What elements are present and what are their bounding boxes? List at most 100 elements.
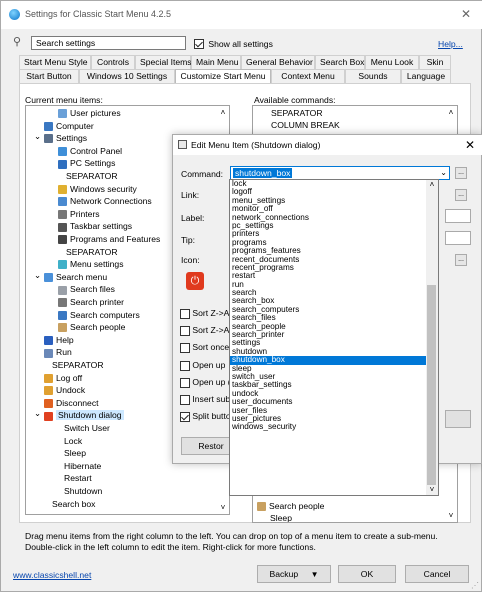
- dropdown-option[interactable]: shutdown_box: [230, 355, 428, 365]
- show-all-settings-checkbox[interactable]: Show all settings: [194, 38, 273, 49]
- command-combobox[interactable]: shutdown_box ⌄: [230, 166, 450, 180]
- tree-item[interactable]: Disconnect: [44, 398, 99, 409]
- available-item-label: Search people: [269, 501, 325, 511]
- scroll-up-icon[interactable]: ˄: [217, 108, 229, 117]
- tree-item[interactable]: SEPARATOR: [66, 171, 118, 182]
- tree-item[interactable]: User pictures: [58, 108, 121, 119]
- tree-item[interactable]: SEPARATOR: [52, 360, 104, 371]
- tree-item[interactable]: PC Settings: [58, 158, 115, 169]
- tree-item[interactable]: Log off: [44, 373, 82, 384]
- insert-sub-checkbox[interactable]: Insert sub: [180, 394, 230, 405]
- label-field[interactable]: [445, 209, 471, 223]
- search-input[interactable]: Search settings: [31, 36, 186, 50]
- dropdown-option[interactable]: pc_settings: [230, 221, 428, 230]
- backup-button[interactable]: Backup ▼: [257, 565, 331, 583]
- tab-menu-look[interactable]: Menu Look: [365, 55, 419, 69]
- tree-item-label: Hibernate: [64, 460, 102, 471]
- website-link[interactable]: www.classicshell.net: [13, 570, 91, 580]
- tree-item[interactable]: Search box: [52, 499, 95, 510]
- tree-item[interactable]: Search computers: [58, 310, 140, 321]
- tree-item[interactable]: Sleep: [64, 448, 86, 459]
- command-dropdown-list[interactable]: lock logoff menu_settings monitor_off networ…: [229, 179, 439, 496]
- expand-chevron-icon[interactable]: ⌄: [34, 408, 41, 419]
- tab-language[interactable]: Language: [401, 69, 451, 83]
- close-icon[interactable]: ✕: [461, 7, 471, 21]
- tab-skin[interactable]: Skin: [419, 55, 451, 69]
- scroll-up-icon[interactable]: ˄: [445, 108, 457, 117]
- scroll-down-icon[interactable]: ˅: [426, 485, 438, 494]
- dropdown-scrollbar[interactable]: ˄ ˅: [426, 180, 438, 495]
- expand-chevron-icon[interactable]: ⌄: [34, 270, 41, 281]
- help-link[interactable]: Help...: [438, 39, 463, 49]
- ok-button[interactable]: OK: [338, 565, 396, 583]
- tree-item[interactable]: ⌄ Settings: [34, 131, 87, 144]
- available-item[interactable]: SEPARATOR: [271, 108, 323, 118]
- tree-item[interactable]: Lock: [64, 436, 82, 447]
- available-item[interactable]: Search people: [257, 501, 325, 512]
- tab-start-menu-style[interactable]: Start Menu Style: [19, 55, 91, 69]
- tab-controls[interactable]: Controls: [91, 55, 135, 69]
- tab-search-box[interactable]: Search Box: [315, 55, 365, 69]
- tree-item[interactable]: ⌄ Shutdown dialog: [34, 408, 124, 421]
- sort-za-checkbox[interactable]: Sort Z->A: [180, 308, 229, 319]
- open-up2-checkbox[interactable]: Open up (: [180, 377, 231, 388]
- dropdown-option[interactable]: restart: [230, 271, 428, 280]
- available-item[interactable]: Sleep: [270, 513, 292, 522]
- tree-item[interactable]: Run: [44, 347, 72, 358]
- icon-browse-button[interactable]: ...: [455, 254, 467, 266]
- tree-item[interactable]: Computer: [44, 121, 94, 132]
- chevron-down-icon[interactable]: ⌄: [440, 168, 447, 177]
- split-button-checkbox[interactable]: Split butto: [180, 411, 231, 422]
- dialog-side-button[interactable]: [445, 410, 471, 428]
- scroll-up-icon[interactable]: ˄: [426, 180, 438, 189]
- tab-context-menu[interactable]: Context Menu: [271, 69, 345, 83]
- tree-item[interactable]: Taskbar settings: [58, 221, 132, 232]
- tree-item[interactable]: Search files: [58, 284, 115, 295]
- dropdown-option[interactable]: windows_security: [230, 422, 428, 431]
- tree-item[interactable]: Control Panel: [58, 146, 122, 157]
- tab-main-menu[interactable]: Main Menu: [191, 55, 241, 69]
- tree-item[interactable]: ⌄ Search menu: [34, 270, 107, 283]
- tree-item[interactable]: Menu settings: [58, 259, 124, 270]
- dropdown-option[interactable]: taskbar_settings: [230, 380, 428, 389]
- tab-customize-start-menu[interactable]: Customize Start Menu: [175, 69, 271, 83]
- link-browse-button[interactable]: ...: [455, 189, 467, 201]
- tree-item[interactable]: Undock: [44, 385, 85, 396]
- available-item[interactable]: COLUMN BREAK: [271, 120, 340, 130]
- tree-item[interactable]: Search printer: [58, 297, 124, 308]
- tab-special-items[interactable]: Special Items: [135, 55, 192, 69]
- tree-item[interactable]: Programs and Features: [58, 234, 160, 245]
- open-up-checkbox[interactable]: Open up: [180, 360, 225, 371]
- dropdown-scroll-thumb[interactable]: [427, 285, 436, 485]
- tree-item[interactable]: Restart: [64, 473, 92, 484]
- sort-once-checkbox[interactable]: Sort once: [180, 342, 229, 353]
- tree-item-label: Network Connections: [70, 196, 152, 207]
- dialog-close-icon[interactable]: ✕: [465, 138, 475, 152]
- tab-sounds[interactable]: Sounds: [345, 69, 401, 83]
- command-browse-button[interactable]: ...: [455, 167, 467, 179]
- tree-item[interactable]: Network Connections: [58, 196, 152, 207]
- expand-chevron-icon[interactable]: ⌄: [34, 131, 41, 142]
- scroll-down-icon[interactable]: ˅: [217, 503, 229, 512]
- tree-item[interactable]: Printers: [58, 209, 100, 220]
- sort-za2-checkbox[interactable]: Sort Z->A: [180, 325, 229, 336]
- tree-item[interactable]: SEPARATOR: [66, 247, 118, 258]
- tree-item[interactable]: Hibernate: [64, 461, 101, 472]
- tab-general-behavior[interactable]: General Behavior: [241, 55, 315, 69]
- tree-item[interactable]: Windows security: [58, 184, 137, 195]
- tab-start-button[interactable]: Start Button: [19, 69, 79, 83]
- scroll-down-icon[interactable]: ˅: [445, 511, 457, 520]
- resize-grip-icon[interactable]: ⋰: [471, 581, 479, 590]
- available-commands-label: Available commands:: [254, 95, 336, 105]
- dropdown-option[interactable]: recent_programs: [230, 263, 428, 272]
- tab-windows10-settings[interactable]: Windows 10 Settings: [79, 69, 175, 83]
- tip-field[interactable]: [445, 231, 471, 245]
- tree-item[interactable]: Search people: [58, 322, 125, 333]
- cancel-button[interactable]: Cancel: [405, 565, 469, 583]
- tree-item[interactable]: Shutdown: [64, 486, 102, 497]
- power-icon[interactable]: ⏻: [186, 272, 204, 290]
- dropdown-option[interactable]: lock: [230, 180, 428, 188]
- tree-item[interactable]: Help: [44, 335, 74, 346]
- tree-item[interactable]: Switch User: [64, 423, 110, 434]
- dropdown-option[interactable]: run: [230, 280, 428, 289]
